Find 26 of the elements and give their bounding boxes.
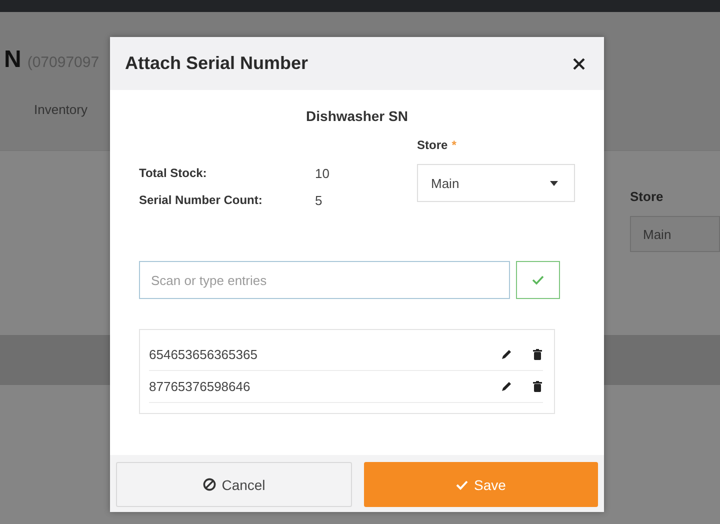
store-select[interactable]: Main bbox=[417, 164, 575, 202]
cancel-icon bbox=[202, 478, 216, 491]
stat-label: Serial Number Count: bbox=[139, 193, 264, 208]
stat-value: 5 bbox=[315, 193, 324, 208]
cancel-button[interactable]: Cancel bbox=[116, 462, 352, 507]
store-select[interactable]: Main bbox=[630, 216, 720, 252]
required-mark: * bbox=[452, 138, 456, 152]
field-label: Store bbox=[630, 189, 664, 204]
trash-icon[interactable] bbox=[532, 381, 543, 392]
serial-number: 654653656365365 bbox=[149, 347, 258, 362]
product-name: Dishwasher SN bbox=[305, 108, 409, 124]
dialog-title: Attach Serial Number bbox=[125, 53, 308, 74]
pencil-icon[interactable] bbox=[501, 381, 512, 392]
save-button[interactable]: Save bbox=[364, 462, 598, 507]
check-icon bbox=[532, 275, 544, 285]
stat-value: 10 bbox=[315, 166, 330, 181]
trash-icon[interactable] bbox=[532, 349, 543, 360]
tab[interactable]: Inventory bbox=[34, 102, 88, 117]
pencil-icon[interactable] bbox=[501, 349, 512, 360]
field-label: Store bbox=[417, 138, 448, 152]
stat-label: Total Stock: bbox=[139, 166, 208, 181]
entry-field[interactable]: Scan or type entries bbox=[139, 261, 510, 299]
check-icon bbox=[456, 480, 468, 490]
page-title: N bbox=[4, 46, 22, 74]
serial-number: 87765376598646 bbox=[149, 379, 252, 394]
caret-icon bbox=[550, 180, 558, 186]
